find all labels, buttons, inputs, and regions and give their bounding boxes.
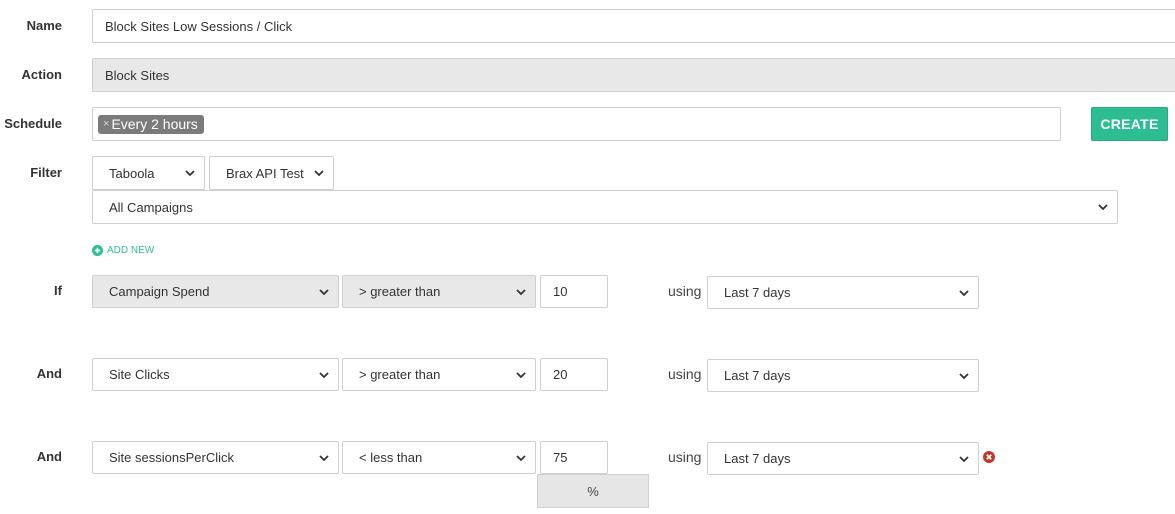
remove-condition-icon[interactable] (983, 451, 995, 463)
add-new-link[interactable]: ADD NEW (92, 243, 154, 257)
account-select-value: Brax API Test (226, 165, 304, 181)
chevron-down-icon (185, 170, 195, 177)
condition-1-metric-value: Campaign Spend (109, 284, 210, 299)
condition-2-value: 20 (553, 367, 568, 382)
chevron-down-icon (959, 372, 969, 379)
tag-remove-icon[interactable]: × (103, 118, 109, 130)
condition-1-operator-select[interactable]: > greater than (342, 275, 536, 308)
condition-3-period-value: Last 7 days (724, 451, 791, 466)
condition-1-period-select[interactable]: Last 7 days (707, 276, 979, 309)
condition-2-value-input[interactable]: 20 (540, 358, 608, 391)
condition-connector-if: If (54, 283, 62, 298)
name-label: Name (26, 18, 62, 33)
condition-1-value-input[interactable]: 10 (540, 275, 608, 308)
chevron-down-icon (319, 288, 329, 295)
action-field-value: Block Sites (105, 67, 170, 83)
condition-1-using-label: using (668, 283, 702, 299)
chevron-down-icon (516, 454, 526, 461)
name-input-value: Block Sites Low Sessions / Click (105, 18, 293, 34)
condition-connector-and-2: And (36, 449, 62, 464)
network-select[interactable]: Taboola (92, 156, 205, 190)
condition-2-period-value: Last 7 days (724, 368, 791, 383)
condition-3-value-input[interactable]: 75 (540, 441, 608, 474)
network-select-value: Taboola (109, 165, 155, 181)
condition-3-period-select[interactable]: Last 7 days (707, 442, 979, 475)
action-label: Action (21, 67, 62, 82)
condition-3-metric-value: Site sessionsPerClick (109, 450, 234, 465)
condition-3-value: 75 (553, 450, 568, 465)
chevron-down-icon (959, 455, 969, 462)
condition-3-unit-addon: % (537, 474, 649, 508)
condition-2-period-select[interactable]: Last 7 days (707, 359, 979, 392)
chevron-down-icon (319, 371, 329, 378)
condition-2-operator-select[interactable]: > greater than (342, 358, 536, 391)
condition-2-metric-value: Site Clicks (109, 367, 170, 382)
condition-1-value: 10 (553, 284, 568, 299)
chevron-down-icon (516, 371, 526, 378)
campaigns-select-value: All Campaigns (109, 199, 193, 215)
condition-1-operator-value: > greater than (359, 284, 441, 299)
condition-1-period-value: Last 7 days (724, 285, 791, 300)
chevron-down-icon (319, 454, 329, 461)
chevron-down-icon (314, 170, 324, 177)
schedule-tag-label: Every 2 hours (111, 115, 198, 132)
condition-3-using-label: using (668, 449, 702, 465)
add-new-label: ADD NEW (107, 244, 155, 256)
chevron-down-icon (516, 288, 526, 295)
chevron-down-icon (1098, 204, 1108, 211)
action-field: Block Sites (92, 58, 1175, 92)
condition-2-operator-value: > greater than (359, 367, 441, 382)
account-select[interactable]: Brax API Test (209, 156, 334, 190)
schedule-tag: × Every 2 hours (98, 114, 204, 134)
schedule-input[interactable]: × Every 2 hours (92, 107, 1061, 141)
plus-circle-icon (92, 244, 103, 256)
campaigns-select[interactable]: All Campaigns (92, 190, 1118, 224)
condition-3-metric-select[interactable]: Site sessionsPerClick (92, 441, 339, 474)
condition-3-operator-select[interactable]: < less than (342, 441, 536, 474)
condition-3-operator-value: < less than (359, 450, 423, 465)
condition-1-metric-select[interactable]: Campaign Spend (92, 275, 339, 308)
filter-label: Filter (30, 165, 62, 180)
condition-connector-and-1: And (36, 366, 62, 381)
name-input[interactable]: Block Sites Low Sessions / Click (92, 9, 1175, 43)
schedule-label: Schedule (4, 116, 62, 131)
chevron-down-icon (959, 289, 969, 296)
create-button[interactable]: CREATE (1091, 107, 1168, 141)
condition-2-using-label: using (668, 366, 702, 382)
condition-2-metric-select[interactable]: Site Clicks (92, 358, 339, 391)
